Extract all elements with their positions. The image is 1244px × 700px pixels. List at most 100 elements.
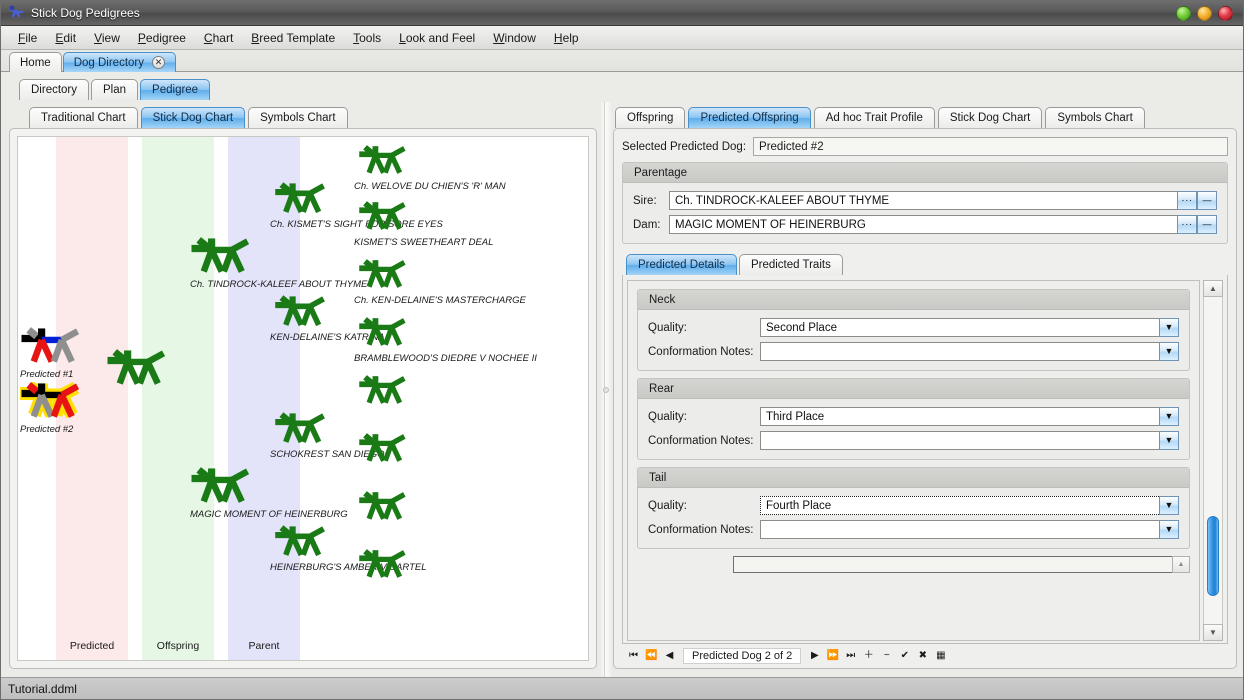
browse-button[interactable]: ··· xyxy=(1177,215,1197,234)
details-tab-stick-dog-chart[interactable]: Stick Dog Chart xyxy=(937,107,1043,128)
stick-dog-glyph xyxy=(191,467,250,503)
pane-splitter[interactable] xyxy=(601,102,611,677)
add-record-icon[interactable]: ＋ xyxy=(861,648,876,663)
chevron-down-icon[interactable]: ▼ xyxy=(1159,496,1179,515)
predicted-tab-predicted-traits[interactable]: Predicted Traits xyxy=(738,254,843,275)
menu-breed-template[interactable]: Breed Template xyxy=(242,28,344,48)
stick-dog-chart-canvas[interactable]: Predicted Offspring Parent Predicted #1 Pred… xyxy=(17,136,589,661)
field-control: ▼ xyxy=(760,342,1179,361)
previous-record-icon[interactable]: ◀ xyxy=(662,648,677,663)
menu-file[interactable]: File xyxy=(9,28,46,48)
group-body: Quality: Fourth Place ▼ Conformation Notes:… xyxy=(638,488,1189,548)
menu-chart[interactable]: Chart xyxy=(195,28,242,48)
scrollbar-thumb[interactable] xyxy=(1207,516,1219,596)
chevron-down-icon[interactable]: ▼ xyxy=(1159,431,1179,450)
section-tab-directory[interactable]: Directory xyxy=(19,79,90,100)
menu-tools[interactable]: Tools xyxy=(344,28,390,48)
field-label: Sire: xyxy=(633,194,657,207)
menu-look-and-feel[interactable]: Look and Feel xyxy=(390,28,484,48)
section-tab-pedigree[interactable]: Pedigree xyxy=(140,79,211,100)
browse-button[interactable]: ··· xyxy=(1177,191,1197,210)
group-title: Neck xyxy=(638,290,1189,310)
additional-notes-input[interactable] xyxy=(733,556,1172,573)
scroll-up-button[interactable]: ▲ xyxy=(1203,280,1223,297)
selected-dog-value: Predicted #2 xyxy=(753,137,1228,156)
additional-notes-spinner-icon[interactable]: ▲ xyxy=(1172,556,1190,573)
next-record-icon[interactable]: ▶ xyxy=(807,648,822,663)
chart-tab-symbols-chart[interactable]: Symbols Chart xyxy=(248,107,348,128)
tab-label: Dog Directory xyxy=(73,56,144,69)
quality-combo-input[interactable]: Third Place xyxy=(760,407,1159,426)
scroll-down-button[interactable]: ▼ xyxy=(1203,624,1223,641)
menu-edit[interactable]: Edit xyxy=(46,28,85,48)
quality-combo-input[interactable]: Fourth Place xyxy=(760,496,1159,515)
chevron-down-icon[interactable]: ▼ xyxy=(1159,520,1179,539)
details-scrollbar[interactable]: ▲ ▼ xyxy=(1203,280,1223,641)
tab-label: Traditional Chart xyxy=(41,112,126,124)
document-tab-bar: Home Dog Directory ✕ xyxy=(1,50,1243,72)
field-row: Quality: Fourth Place ▼ xyxy=(648,496,1179,515)
remove-record-icon[interactable]: − xyxy=(879,648,894,663)
additional-notes-field[interactable]: ▲ xyxy=(733,556,1190,573)
stick-dog-glyph xyxy=(275,525,325,557)
doc-tab-home[interactable]: Home xyxy=(9,52,62,72)
chevron-down-icon[interactable]: ▼ xyxy=(1159,318,1179,337)
close-button[interactable] xyxy=(1218,5,1233,21)
selected-dog-row: Selected Predicted Dog: Predicted #2 xyxy=(622,137,1228,156)
tab-label: Predicted Traits xyxy=(750,259,831,271)
dog-name-label: Predicted #1 xyxy=(20,369,74,380)
sire-input[interactable]: Ch. TINDROCK-KALEEF ABOUT THYME xyxy=(669,191,1177,210)
chart-tab-traditional-chart[interactable]: Traditional Chart xyxy=(29,107,138,128)
stick-dog-figure[interactable] xyxy=(358,433,416,475)
chevron-down-icon[interactable]: ▼ xyxy=(1159,407,1179,426)
predicted-details-area: Neck Quality: Second Place ▼ Conformation No… xyxy=(622,275,1228,644)
maximize-button[interactable] xyxy=(1197,5,1212,21)
stick-dog-figure[interactable] xyxy=(358,491,416,533)
doc-tab-dog-directory[interactable]: Dog Directory ✕ xyxy=(62,52,176,72)
details-tab-predicted-offspring[interactable]: Predicted Offspring xyxy=(688,107,811,128)
conformation-notes-combo-input[interactable] xyxy=(760,342,1159,361)
tab-label: Pedigree xyxy=(152,84,199,96)
last-record-icon[interactable]: ⏭ xyxy=(843,648,858,663)
chart-tab-stick-dog-chart[interactable]: Stick Dog Chart xyxy=(140,107,246,128)
stick-dog-glyph xyxy=(359,433,406,462)
details-tab-bar: Offspring Predicted Offspring Ad hoc Trait… xyxy=(611,102,1239,128)
cancel-record-icon[interactable]: ✖ xyxy=(915,648,930,663)
splitter-grip-icon[interactable] xyxy=(603,386,609,393)
predicted-tab-predicted-details[interactable]: Predicted Details xyxy=(626,254,737,275)
conformation-notes-combo-input[interactable] xyxy=(760,520,1159,539)
clear-button[interactable]: — xyxy=(1197,191,1217,210)
fast-rewind-icon[interactable]: ⏪ xyxy=(644,648,659,663)
section-tab-plan[interactable]: Plan xyxy=(91,79,139,100)
scrollbar-track[interactable] xyxy=(1203,297,1223,624)
details-tab-offspring[interactable]: Offspring xyxy=(615,107,686,128)
menu-help[interactable]: Help xyxy=(545,28,588,48)
dam-input[interactable]: MAGIC MOMENT OF HEINERBURG xyxy=(669,215,1177,234)
grid-view-icon[interactable]: ▦ xyxy=(933,648,948,663)
group-title: Tail xyxy=(638,468,1189,488)
quality-combo-input[interactable]: Second Place xyxy=(760,318,1159,337)
stick-dog-glyph xyxy=(21,327,80,363)
chevron-down-icon[interactable]: ▼ xyxy=(1159,342,1179,361)
detail-group-neck: Neck Quality: Second Place ▼ Conformation No… xyxy=(637,289,1190,371)
minimize-button[interactable] xyxy=(1176,5,1191,21)
application-window: Stick Dog Pedigrees File Edit View Pedigree… xyxy=(0,0,1244,700)
field-row: Conformation Notes: ▼ xyxy=(648,342,1179,361)
stick-dog-figure[interactable] xyxy=(358,549,416,591)
fast-forward-icon[interactable]: ⏩ xyxy=(825,648,840,663)
details-pane: Offspring Predicted Offspring Ad hoc Trait… xyxy=(611,102,1239,677)
stick-dog-figure[interactable] xyxy=(358,375,416,417)
first-record-icon[interactable]: ⏮ xyxy=(626,648,641,663)
details-tab-symbols-chart[interactable]: Symbols Chart xyxy=(1045,107,1145,128)
menu-window[interactable]: Window xyxy=(484,28,545,48)
stick-dog-figure[interactable] xyxy=(106,349,178,400)
conformation-notes-combo-input[interactable] xyxy=(760,431,1159,450)
menu-pedigree[interactable]: Pedigree xyxy=(129,28,195,48)
close-icon[interactable]: ✕ xyxy=(152,56,165,69)
band-label: Parent xyxy=(248,640,280,652)
clear-button[interactable]: — xyxy=(1197,215,1217,234)
details-tab-ad-hoc-trait-profile[interactable]: Ad hoc Trait Profile xyxy=(813,107,935,128)
chart-tab-bar: Traditional Chart Stick Dog Chart Symbols … xyxy=(5,102,601,128)
commit-record-icon[interactable]: ✔ xyxy=(897,648,912,663)
menu-view[interactable]: View xyxy=(85,28,129,48)
